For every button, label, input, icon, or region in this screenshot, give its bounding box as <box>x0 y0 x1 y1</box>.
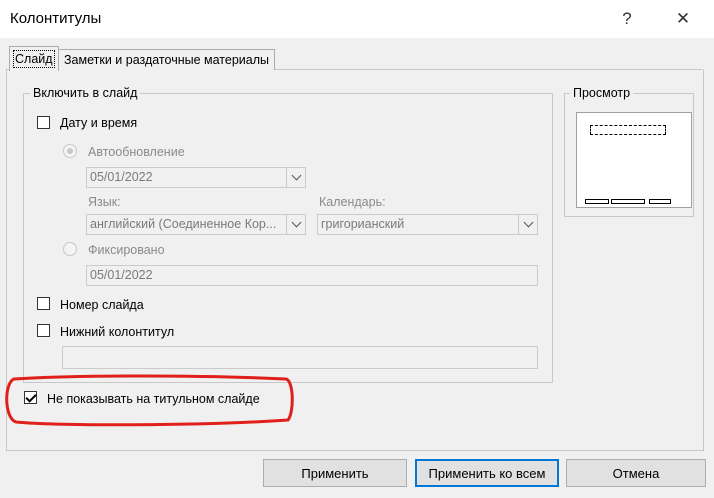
tab-notes-handouts[interactable]: Заметки и раздаточные материалы <box>58 49 275 70</box>
fixed-date-input[interactable]: 05/01/2022 <box>86 265 538 286</box>
help-icon: ? <box>622 9 632 28</box>
tab-notes-label: Заметки и раздаточные материалы <box>64 53 269 67</box>
tab-slide-label: Слайд <box>13 50 55 68</box>
auto-update-date-select[interactable]: 05/01/2022 <box>86 167 306 188</box>
preview-header-placeholder <box>590 125 666 135</box>
preview-legend: Просмотр <box>570 86 634 100</box>
preview-footer-right <box>649 199 671 204</box>
slide-number-checkbox[interactable] <box>37 297 50 310</box>
auto-update-label: Автообновление <box>88 145 185 159</box>
datetime-checkbox[interactable] <box>37 116 50 129</box>
title-bar <box>0 0 714 38</box>
chevron-down-icon[interactable] <box>286 215 305 234</box>
slide-number-label: Номер слайда <box>60 298 144 312</box>
footer-text-input[interactable] <box>62 346 538 369</box>
cancel-label: Отмена <box>612 465 660 481</box>
close-button[interactable]: ✕ <box>668 6 698 32</box>
close-icon: ✕ <box>675 9 691 28</box>
cancel-button[interactable]: Отмена <box>566 459 706 487</box>
include-group <box>23 93 553 383</box>
calendar-value: григорианский <box>321 217 405 231</box>
footer-checkbox[interactable] <box>37 324 50 337</box>
calendar-select[interactable]: григорианский <box>317 214 538 235</box>
language-select[interactable]: английский (Соединенное Кор... <box>86 214 306 235</box>
highlight-annotation <box>5 374 294 427</box>
datetime-label: Дату и время <box>60 116 138 130</box>
language-label: Язык: <box>88 195 121 209</box>
slide-preview <box>576 112 692 208</box>
calendar-label: Календарь: <box>319 195 386 209</box>
apply-all-button[interactable]: Применить ко всем <box>415 459 559 487</box>
tab-slide[interactable]: Слайд <box>9 46 59 71</box>
preview-footer-center <box>611 199 645 204</box>
include-legend: Включить в слайд <box>30 86 141 100</box>
apply-all-label: Применить ко всем <box>428 465 546 481</box>
auto-update-date-value: 05/01/2022 <box>90 170 153 184</box>
help-button[interactable]: ? <box>612 6 642 32</box>
apply-label: Применить <box>301 465 369 481</box>
chevron-down-icon[interactable] <box>518 215 537 234</box>
fixed-date-value: 05/01/2022 <box>90 268 153 282</box>
apply-button[interactable]: Применить <box>263 459 407 487</box>
footer-label: Нижний колонтитул <box>60 325 175 339</box>
chevron-down-icon[interactable] <box>286 168 305 187</box>
auto-update-radio[interactable] <box>63 144 77 158</box>
preview-footer-left <box>585 199 609 204</box>
dialog-title: Колонтитулы <box>10 10 102 27</box>
fixed-radio[interactable] <box>63 242 77 256</box>
language-value: английский (Соединенное Кор... <box>90 217 277 231</box>
fixed-label: Фиксировано <box>88 243 165 257</box>
